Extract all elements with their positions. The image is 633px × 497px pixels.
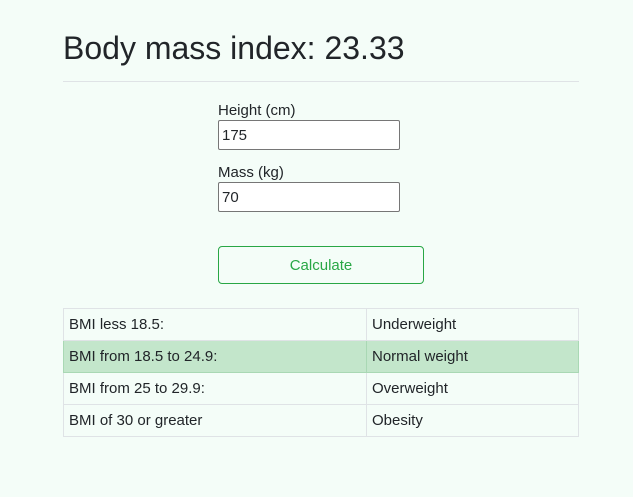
table-row: BMI from 25 to 29.9: Overweight: [63, 372, 579, 405]
mass-input[interactable]: [218, 182, 400, 212]
table-row: BMI less 18.5: Underweight: [63, 308, 579, 341]
bmi-range-cell: BMI from 25 to 29.9:: [63, 372, 367, 405]
page-title: Body mass index: 23.33: [63, 30, 405, 66]
table-row: BMI of 30 or greater Obesity: [63, 404, 579, 437]
bmi-category-cell: Overweight: [366, 372, 579, 405]
bmi-category-table: BMI less 18.5: Underweight BMI from 18.5…: [63, 308, 579, 437]
bmi-range-cell: BMI from 18.5 to 24.9:: [63, 340, 367, 373]
bmi-category-cell: Underweight: [366, 308, 579, 341]
bmi-category-cell: Obesity: [366, 404, 579, 437]
bmi-category-cell: Normal weight: [366, 340, 579, 373]
height-label: Height (cm): [218, 102, 296, 119]
bmi-range-cell: BMI less 18.5:: [63, 308, 367, 341]
mass-label: Mass (kg): [218, 164, 284, 181]
calculate-button[interactable]: Calculate: [218, 246, 424, 284]
height-input[interactable]: [218, 120, 400, 150]
bmi-range-cell: BMI of 30 or greater: [63, 404, 367, 437]
table-row: BMI from 18.5 to 24.9: Normal weight: [63, 340, 579, 373]
title-divider: [63, 81, 579, 82]
